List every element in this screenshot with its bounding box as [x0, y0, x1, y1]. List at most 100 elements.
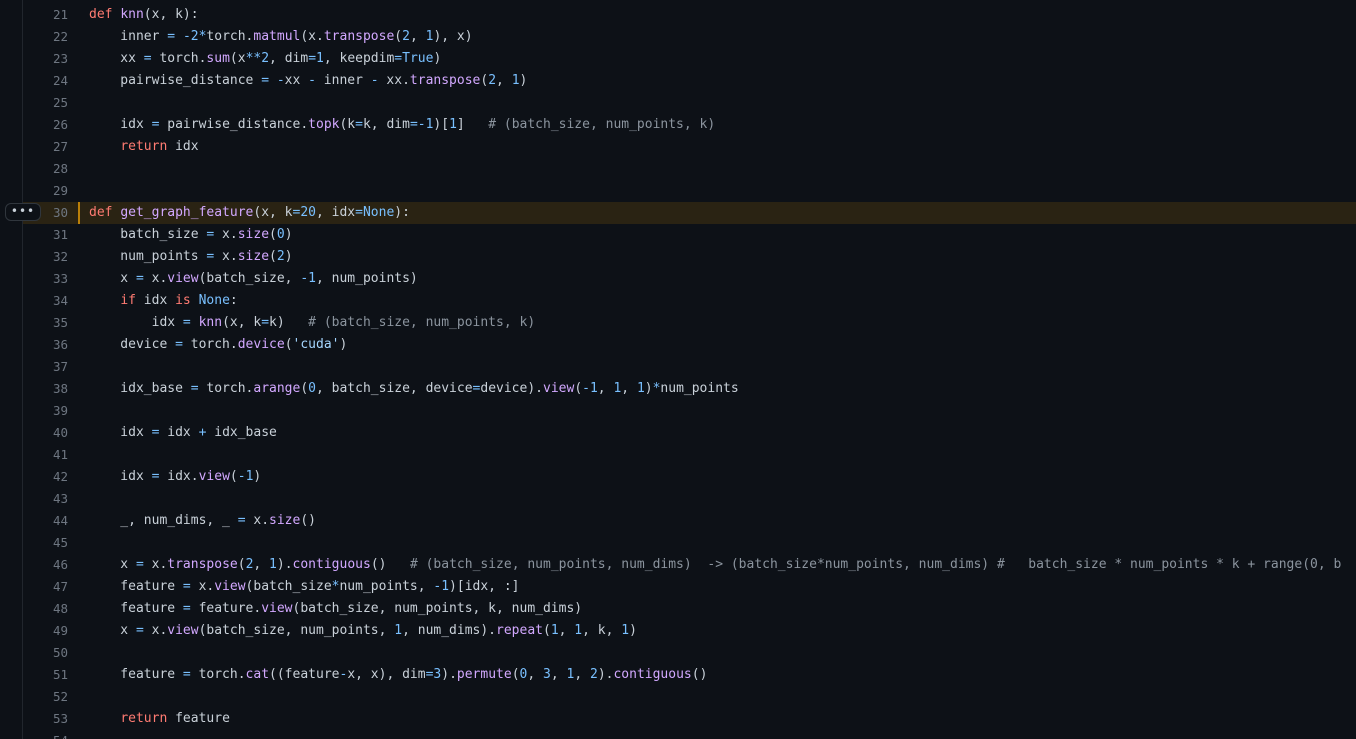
- code-line[interactable]: 42 idx = idx.view(-1): [23, 466, 1356, 488]
- code-text: batch_size = x.size(0): [89, 224, 293, 246]
- line-number[interactable]: 36: [23, 334, 68, 356]
- code-line[interactable]: 26 idx = pairwise_distance.topk(k=k, dim…: [23, 114, 1356, 136]
- code-token: xx: [284, 73, 309, 88]
- line-number[interactable]: 29: [23, 180, 68, 202]
- code-line[interactable]: 33 x = x.view(batch_size, -1, num_points…: [23, 268, 1356, 290]
- code-line[interactable]: 34 if idx is None:: [23, 290, 1356, 312]
- code-token: ,: [558, 623, 575, 638]
- code-line[interactable]: 28: [23, 158, 1356, 180]
- line-number[interactable]: 46: [23, 554, 68, 576]
- code-line[interactable]: 44 _, num_dims, _ = x.size(): [23, 510, 1356, 532]
- code-token: , batch_size, device: [316, 381, 473, 396]
- code-line[interactable]: 45: [23, 532, 1356, 554]
- code-token: inner: [89, 29, 168, 44]
- line-number[interactable]: 33: [23, 268, 68, 290]
- code-token: 2: [276, 249, 285, 264]
- code-text: idx = pairwise_distance.topk(k=k, dim=-1…: [89, 114, 715, 136]
- code-line[interactable]: 37: [23, 356, 1356, 378]
- code-text: pairwise_distance = -xx - inner - xx.tra…: [89, 70, 527, 92]
- code-token: 1: [589, 381, 598, 396]
- code-line[interactable]: 54: [23, 730, 1356, 739]
- line-number[interactable]: 27: [23, 136, 68, 158]
- code-line[interactable]: 52: [23, 686, 1356, 708]
- line-number[interactable]: 49: [23, 620, 68, 642]
- code-token: 1: [550, 623, 559, 638]
- line-number[interactable]: 28: [23, 158, 68, 180]
- line-number[interactable]: 32: [23, 246, 68, 268]
- code-token: idx: [135, 293, 176, 308]
- code-line[interactable]: 50: [23, 642, 1356, 664]
- code-line[interactable]: 21 def knn(x, k):: [23, 4, 1356, 26]
- code-line[interactable]: 48 feature = feature.view(batch_size, nu…: [23, 598, 1356, 620]
- code-text: if idx is None:: [89, 290, 237, 312]
- code-text: feature = feature.view(batch_size, num_p…: [89, 598, 582, 620]
- line-number[interactable]: 48: [23, 598, 68, 620]
- code-token: view: [214, 579, 246, 594]
- line-number[interactable]: 40: [23, 422, 68, 444]
- code-token: ): [284, 227, 293, 242]
- code-line[interactable]: 53 return feature: [23, 708, 1356, 730]
- code-token: # (batch_size, num_points, k): [488, 117, 716, 132]
- line-number[interactable]: 26: [23, 114, 68, 136]
- code-token: (: [300, 381, 309, 396]
- line-number[interactable]: 43: [23, 488, 68, 510]
- code-token: ): [253, 469, 262, 484]
- code-token: ):: [394, 205, 410, 220]
- line-number[interactable]: 35: [23, 312, 68, 334]
- line-number[interactable]: 52: [23, 686, 68, 708]
- line-number[interactable]: 39: [23, 400, 68, 422]
- line-number[interactable]: 42: [23, 466, 68, 488]
- line-number[interactable]: 54: [23, 730, 68, 739]
- code-token: num_points: [89, 249, 207, 264]
- line-number[interactable]: 53: [23, 708, 68, 730]
- code-token: feature: [167, 711, 230, 726]
- code-line[interactable]: 41: [23, 444, 1356, 466]
- code-line[interactable]: 23 xx = torch.sum(x**2, dim=1, keepdim=T…: [23, 48, 1356, 70]
- code-token: , keepdim: [323, 51, 395, 66]
- line-number[interactable]: 41: [23, 444, 68, 466]
- code-token: idx: [89, 315, 183, 330]
- code-line[interactable]: 27 return idx: [23, 136, 1356, 158]
- line-number[interactable]: 37: [23, 356, 68, 378]
- code-line-highlighted[interactable]: 30 def get_graph_feature(x, k=20, idx=Non…: [23, 202, 1356, 224]
- line-number[interactable]: 45: [23, 532, 68, 554]
- line-number[interactable]: 25: [23, 92, 68, 114]
- code-line[interactable]: 46 x = x.transpose(2, 1).contiguous() # …: [23, 554, 1356, 576]
- code-token: idx: [167, 139, 199, 154]
- line-number[interactable]: 51: [23, 664, 68, 686]
- kebab-horizontal-icon[interactable]: •••: [5, 203, 41, 221]
- code-token: )[: [433, 117, 450, 132]
- code-line[interactable]: 24 pairwise_distance = -xx - inner - xx.…: [23, 70, 1356, 92]
- line-number[interactable]: 34: [23, 290, 68, 312]
- line-number[interactable]: 31: [23, 224, 68, 246]
- code-token: ).: [597, 667, 614, 682]
- line-number[interactable]: 21: [23, 4, 68, 26]
- line-number[interactable]: 44: [23, 510, 68, 532]
- code-line[interactable]: 39: [23, 400, 1356, 422]
- code-token: -: [370, 73, 379, 88]
- code-line[interactable]: 40 idx = idx + idx_base: [23, 422, 1356, 444]
- code-line[interactable]: 25: [23, 92, 1356, 114]
- code-line[interactable]: 31 batch_size = x.size(0): [23, 224, 1356, 246]
- code-line[interactable]: 35 idx = knn(x, k=k) # (batch_size, num_…: [23, 312, 1356, 334]
- code-line[interactable]: 36 device = torch.device('cuda'): [23, 334, 1356, 356]
- code-line[interactable]: 43: [23, 488, 1356, 510]
- code-line[interactable]: 29: [23, 180, 1356, 202]
- code-line[interactable]: 47 feature = x.view(batch_size*num_point…: [23, 576, 1356, 598]
- code-line[interactable]: 38 idx_base = torch.arange(0, batch_size…: [23, 378, 1356, 400]
- line-number[interactable]: 24: [23, 70, 68, 92]
- line-number[interactable]: 47: [23, 576, 68, 598]
- code-token: =: [135, 557, 144, 572]
- line-number[interactable]: 22: [23, 26, 68, 48]
- code-token: idx: [159, 425, 199, 440]
- code-token: **: [245, 51, 262, 66]
- code-line[interactable]: 22 inner = -2*torch.matmul(x.transpose(2…: [23, 26, 1356, 48]
- code-line[interactable]: 49 x = x.view(batch_size, num_points, 1,…: [23, 620, 1356, 642]
- line-number[interactable]: 38: [23, 378, 68, 400]
- code-line[interactable]: 32 num_points = x.size(2): [23, 246, 1356, 268]
- line-number[interactable]: 50: [23, 642, 68, 664]
- line-number[interactable]: 23: [23, 48, 68, 70]
- code-token: k): [269, 315, 309, 330]
- code-line[interactable]: 51 feature = torch.cat((feature-x, x), d…: [23, 664, 1356, 686]
